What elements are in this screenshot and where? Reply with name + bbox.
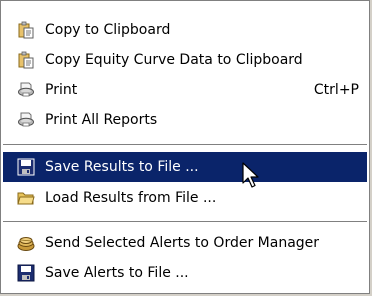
menu-item-label: Copy Equity Curve Data to Clipboard <box>45 52 303 68</box>
open-folder-icon <box>17 189 35 207</box>
printer-icon <box>17 111 35 129</box>
clipboard-icon <box>17 21 35 39</box>
menu-item-label: Save Alerts to File ... <box>45 265 189 281</box>
menu-item-save-alerts[interactable]: Save Alerts to File ... <box>3 258 367 288</box>
mouse-pointer-icon <box>242 162 262 192</box>
context-menu: Copy to Clipboard Copy Equity Curve Data… <box>0 0 370 294</box>
menu-item-label: Print <box>45 82 78 98</box>
menu-item-print-all-reports[interactable]: Print All Reports <box>3 105 367 135</box>
menu-item-label: Print All Reports <box>45 112 158 128</box>
menu-item-label: Save Results to File ... <box>45 159 199 175</box>
menu-item-send-alerts[interactable]: Send Selected Alerts to Order Manager <box>3 228 367 258</box>
clipboard-icon <box>17 51 35 69</box>
menu-item-label: Send Selected Alerts to Order Manager <box>45 235 320 251</box>
menu-item-copy-to-clipboard[interactable]: Copy to Clipboard <box>3 15 367 45</box>
menu-item-print[interactable]: Print Ctrl+P <box>3 75 367 105</box>
floppy-disk-icon <box>17 158 35 176</box>
floppy-disk-icon <box>17 264 35 282</box>
menu-item-label: Copy to Clipboard <box>45 22 171 38</box>
menu-separator <box>3 221 367 223</box>
shortcut-label: Ctrl+P <box>313 82 359 98</box>
menu-item-copy-equity-curve[interactable]: Copy Equity Curve Data to Clipboard <box>3 45 367 75</box>
menu-item-label: Load Results from File ... <box>45 190 217 206</box>
menu-item-save-results[interactable]: Save Results to File ... <box>3 152 367 182</box>
printer-icon <box>17 81 35 99</box>
alert-send-icon <box>17 234 35 252</box>
menu-separator <box>3 144 367 146</box>
menu-item-load-results[interactable]: Load Results from File ... <box>3 183 367 213</box>
